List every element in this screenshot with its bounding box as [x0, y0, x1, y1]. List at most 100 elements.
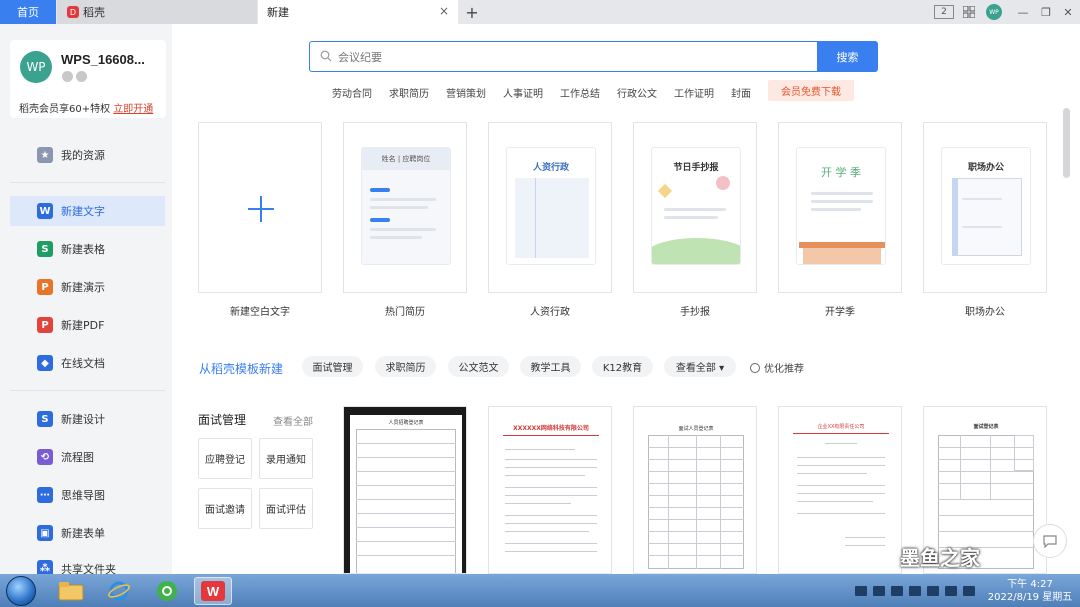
- sidebar-item-new-design[interactable]: S 新建设计: [10, 404, 165, 434]
- avatar[interactable]: WP: [20, 51, 52, 83]
- hot-tag[interactable]: 劳动合同: [332, 85, 372, 100]
- hot-tag[interactable]: 行政公文: [617, 85, 657, 100]
- sidebar-item-label: 在线文档: [61, 357, 105, 370]
- search-button[interactable]: 搜索: [817, 41, 878, 72]
- tab-home[interactable]: 首页: [0, 0, 56, 24]
- plus-icon-bar: [248, 208, 274, 210]
- optimize-recommend-label: 优化推荐: [764, 364, 804, 375]
- template-card-resume[interactable]: 姓名 | 应聘岗位: [343, 122, 467, 293]
- template-label: 职场办公: [965, 307, 1005, 318]
- sidebar-item-new-presentation[interactable]: P 新建演示: [10, 272, 165, 302]
- restore-button[interactable]: ❐: [1037, 3, 1055, 21]
- start-button-icon[interactable]: [6, 576, 36, 606]
- sidebar: WP WPS_16608... 稻壳会员享60+特权 立即开通 ★ 我的资源 W…: [0, 24, 172, 574]
- chat-bubble-icon[interactable]: [1033, 524, 1067, 558]
- grid-apps-icon[interactable]: [960, 3, 978, 21]
- interview-evaluation-button[interactable]: 面试评估: [259, 488, 313, 529]
- tab-new-label: 新建: [267, 6, 289, 19]
- category-pill[interactable]: 面试管理: [302, 356, 363, 377]
- network-adapter-icon[interactable]: [873, 586, 885, 596]
- sidebar-item-my-resources[interactable]: ★ 我的资源: [10, 140, 165, 170]
- template-thumbnail: 人资行政: [506, 147, 596, 265]
- minimize-button[interactable]: —: [1014, 3, 1032, 21]
- open-membership-link[interactable]: 立即开通: [113, 104, 153, 115]
- volume-icon[interactable]: [963, 586, 975, 596]
- hot-tag[interactable]: 营销策划: [446, 85, 486, 100]
- doc-template-card[interactable]: 面试人员登记表: [633, 406, 757, 574]
- sidebar-item-label: 新建表格: [61, 243, 105, 256]
- sidebar-item-mindmap[interactable]: ⋯ 思维导图: [10, 480, 165, 510]
- offer-notice-button[interactable]: 录用通知: [259, 438, 313, 479]
- star-icon: ★: [37, 147, 53, 163]
- category-pill[interactable]: 教学工具: [520, 356, 581, 377]
- taskbar-clock[interactable]: 下午 4:27 2022/8/19 星期五: [985, 578, 1075, 604]
- sidebar-item-new-writer[interactable]: W 新建文字: [10, 196, 165, 226]
- sidebar-item-new-spreadsheet[interactable]: S 新建表格: [10, 234, 165, 264]
- application-register-button[interactable]: 应聘登记: [198, 438, 252, 479]
- file-explorer-icon[interactable]: [52, 577, 90, 605]
- category-pill[interactable]: 公文范文: [448, 356, 509, 377]
- sidebar-item-new-pdf[interactable]: P 新建PDF: [10, 310, 165, 340]
- search-input[interactable]: [338, 47, 808, 67]
- browser-green-icon[interactable]: [148, 577, 186, 605]
- doc-title: 人员招聘登记表: [388, 420, 424, 426]
- sidebar-divider: [10, 182, 165, 183]
- search-box: [309, 41, 817, 72]
- hot-tag[interactable]: 人事证明: [503, 85, 543, 100]
- vertical-scrollbar[interactable]: [1063, 108, 1070, 178]
- category-pill[interactable]: K12教育: [592, 356, 653, 377]
- doc-template-card[interactable]: 人员招聘登记表: [343, 406, 467, 574]
- doc-template-card[interactable]: XXXXXX网络科技有限公司: [488, 406, 612, 574]
- add-tab-button[interactable]: +: [463, 2, 481, 22]
- design-icon: S: [37, 411, 53, 427]
- tab-new[interactable]: 新建 ×: [258, 0, 458, 24]
- sidebar-item-shared-folder[interactable]: ⁂ 共享文件夹: [10, 556, 165, 574]
- tab-bar: 首页 D 稻壳 新建 × + 2 WP — ❐ ✕: [0, 0, 1080, 24]
- category-pill[interactable]: 求职简历: [375, 356, 436, 377]
- thumbnail-title: 姓名 | 应聘岗位: [381, 155, 431, 163]
- layout-icon[interactable]: 2: [934, 5, 954, 19]
- level-badge-icon: [76, 71, 87, 82]
- template-label: 热门简历: [385, 307, 425, 318]
- template-card-hr-admin[interactable]: 人资行政: [488, 122, 612, 293]
- sidebar-item-online-doc[interactable]: ◆ 在线文档: [10, 348, 165, 378]
- interview-view-all-link[interactable]: 查看全部: [273, 413, 313, 428]
- sidebar-item-new-form[interactable]: ▣ 新建表单: [10, 518, 165, 548]
- view-all-dropdown[interactable]: 查看全部 ▾: [664, 356, 736, 377]
- interview-invitation-button[interactable]: 面试邀请: [198, 488, 252, 529]
- tab-close-icon[interactable]: ×: [439, 4, 449, 18]
- tab-daoke[interactable]: D 稻壳: [57, 0, 257, 24]
- mindmap-icon: ⋯: [37, 487, 53, 503]
- close-window-button[interactable]: ✕: [1059, 3, 1077, 21]
- main-area: WP WPS_16608... 稻壳会员享60+特权 立即开通 ★ 我的资源 W…: [0, 24, 1080, 574]
- user-card[interactable]: WP WPS_16608... 稻壳会员享60+特权 立即开通: [10, 40, 166, 118]
- hot-tag[interactable]: 封面: [731, 85, 751, 100]
- keyboard-icon[interactable]: [855, 586, 867, 596]
- template-label: 手抄报: [680, 307, 710, 318]
- wps-taskbar-icon[interactable]: W: [194, 577, 232, 605]
- clock-time: 下午 4:27: [1007, 579, 1053, 590]
- template-card-back-to-school[interactable]: 开 学 季: [778, 122, 902, 293]
- doc-template-card[interactable]: 企业XX有限责任公司: [778, 406, 902, 574]
- template-card-handwritten-newspaper[interactable]: 节日手抄报: [633, 122, 757, 293]
- bluetooth-icon[interactable]: [891, 586, 903, 596]
- optimize-recommend[interactable]: 优化推荐: [750, 360, 804, 375]
- hot-tag[interactable]: 求职简历: [389, 85, 429, 100]
- template-card-office[interactable]: 职场办公: [923, 122, 1047, 293]
- sidebar-divider: [10, 390, 165, 391]
- internet-explorer-icon[interactable]: [100, 577, 138, 605]
- vip-free-download-tag[interactable]: 会员免费下载: [768, 80, 854, 101]
- tab-daoke-label: 稻壳: [83, 6, 105, 19]
- template-thumbnail: 节日手抄报: [651, 147, 741, 265]
- app-tray-icon[interactable]: [927, 586, 939, 596]
- hot-tag[interactable]: 工作证明: [674, 85, 714, 100]
- writer-icon: W: [37, 203, 53, 219]
- sidebar-item-flowchart[interactable]: ⟲ 流程图: [10, 442, 165, 472]
- hot-tag[interactable]: 工作总结: [560, 85, 600, 100]
- blank-document-card[interactable]: [198, 122, 322, 293]
- security-icon[interactable]: [909, 586, 921, 596]
- sidebar-item-label: 新建演示: [61, 281, 105, 294]
- daoke-template-section-title[interactable]: 从稻壳模板新建: [199, 360, 283, 377]
- signal-icon[interactable]: [945, 586, 957, 596]
- account-avatar-small[interactable]: WP: [986, 4, 1002, 20]
